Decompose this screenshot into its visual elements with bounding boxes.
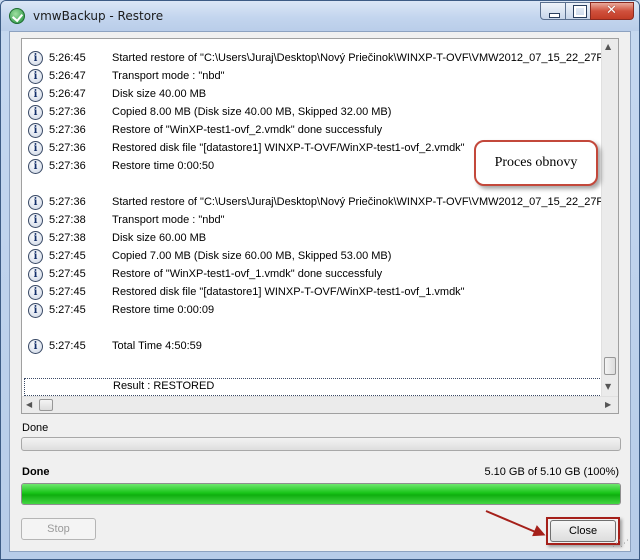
log-message: Restore of "WinXP-test1-ovf_1.vmdk" done… [112,268,383,280]
log-time: 5:26:45 [49,52,86,64]
info-icon: i [28,267,43,282]
log-time: 5:27:45 [49,268,86,280]
log-message: Copied 8.00 MB (Disk size 40.00 MB, Skip… [112,106,392,118]
close-icon: ✕ [606,3,617,18]
transfer-size-label: 5.10 GB of 5.10 GB (100%) [484,466,619,478]
maximize-icon [573,5,587,18]
info-icon: i [28,105,43,120]
overall-progress-fill [22,484,620,504]
log-time: 5:27:38 [49,232,86,244]
annotation-callout: Proces obnovy [474,140,598,186]
log-time: 5:27:36 [49,142,86,154]
resize-grip-icon[interactable]: ⋰⋰ [612,538,629,549]
log-message: Started restore of "C:\Users\Juraj\Deskt… [112,52,603,64]
vertical-scroll-thumb[interactable] [604,357,616,375]
restore-window: vmwBackup - Restore ✕ i 5:26:45 Started re… [0,0,640,560]
info-icon: i [28,69,43,84]
info-icon: i [28,87,43,102]
log-message: Restore time 0:00:50 [112,160,215,172]
log-message: Copied 7.00 MB (Disk size 60.00 MB, Skip… [112,250,392,262]
scroll-right-icon[interactable]: ▶ [605,400,611,409]
log-message: Disk size 60.00 MB [112,232,207,244]
app-check-icon [9,8,25,24]
log-list: i 5:26:45 Started restore of "C:\Users\Jur… [22,39,603,396]
log-message: Started restore of "C:\Users\Juraj\Deskt… [112,196,603,208]
maximize-button[interactable] [565,2,591,20]
log-message: Transport mode : "nbd" [112,214,225,226]
info-icon: i [28,159,43,174]
window-close-button[interactable]: ✕ [590,2,634,20]
overall-progress-bar [21,483,621,505]
info-icon: i [28,195,43,210]
client-area: i 5:26:45 Started restore of "C:\Users\Jur… [9,31,631,552]
log-result: Result : RESTORED [113,380,215,392]
info-icon: i [28,141,43,156]
stop-button[interactable]: Stop [21,518,96,540]
log-time: 5:27:36 [49,196,86,208]
close-button[interactable]: Close [550,520,616,542]
horizontal-scrollbar[interactable]: ◀ ▶ [22,396,618,413]
title-bar[interactable]: vmwBackup - Restore ✕ [1,1,639,31]
log-time: 5:27:45 [49,340,86,352]
minimize-icon [549,13,560,18]
scroll-left-icon[interactable]: ◀ [26,400,32,409]
log-message: Restore of "WinXP-test1-ovf_2.vmdk" done… [112,124,383,136]
restore-log[interactable]: i 5:26:45 Started restore of "C:\Users\Jur… [21,38,619,414]
horizontal-scroll-thumb[interactable] [39,399,53,411]
log-time: 5:27:45 [49,250,86,262]
window-title: vmwBackup - Restore [33,9,164,23]
window-controls: ✕ [540,2,634,20]
log-message: Restored disk file "[datastore1] WINXP-T… [112,286,465,298]
info-icon: i [28,213,43,228]
vertical-scrollbar[interactable]: ▲ ▼ [601,39,618,396]
minimize-button[interactable] [540,2,566,20]
log-message: Transport mode : "nbd" [112,70,225,82]
close-highlight-frame: Close [546,517,620,545]
log-time: 5:26:47 [49,70,86,82]
log-message: Total Time 4:50:59 [112,340,202,352]
log-time: 5:27:38 [49,214,86,226]
scroll-down-icon[interactable]: ▼ [605,382,611,391]
item-progress-bar [21,437,621,451]
scroll-up-icon[interactable]: ▲ [605,42,611,51]
overall-status-label: Done [22,466,50,478]
annotation-arrow-line [485,510,538,534]
info-icon: i [28,249,43,264]
info-icon: i [28,285,43,300]
log-message: Disk size 40.00 MB [112,88,207,100]
log-result-row[interactable]: Result : RESTORED [24,378,602,396]
current-status-label: Done [22,422,49,434]
log-message: Restore time 0:00:09 [112,304,215,316]
log-time: 5:27:45 [49,304,86,316]
log-time: 5:27:45 [49,286,86,298]
log-time: 5:26:47 [49,88,86,100]
info-icon: i [28,51,43,66]
log-time: 5:27:36 [49,124,86,136]
log-message: Restored disk file "[datastore1] WINXP-T… [112,142,465,154]
info-icon: i [28,123,43,138]
log-time: 5:27:36 [49,160,86,172]
info-icon: i [28,303,43,318]
info-icon: i [28,339,43,354]
info-icon: i [28,231,43,246]
log-time: 5:27:36 [49,106,86,118]
